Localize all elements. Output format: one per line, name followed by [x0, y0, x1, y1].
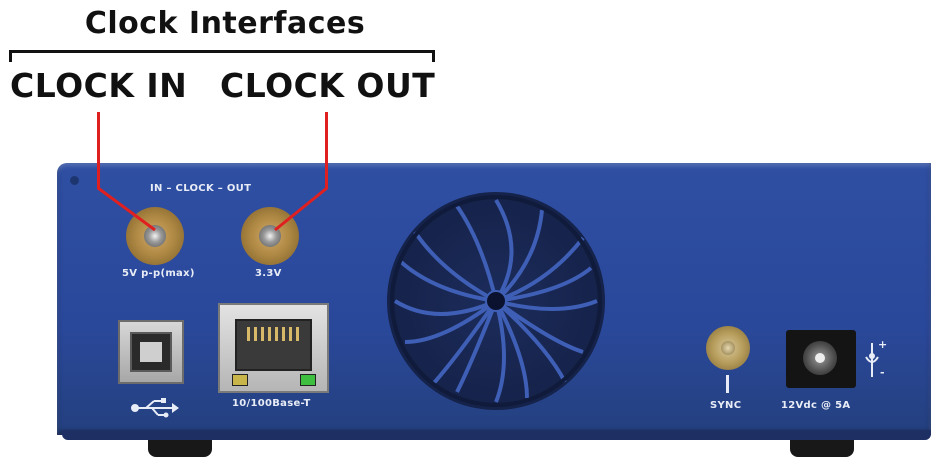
- screw: [70, 176, 79, 185]
- power-jack[interactable]: [786, 330, 856, 388]
- clock-out-spec: 3.3V: [255, 268, 282, 279]
- sync-connector-bore: [721, 341, 735, 355]
- sync-tick: [726, 375, 729, 393]
- clock-in-label: CLOCK IN: [10, 66, 188, 105]
- clock-in-spec: 5V p-p(max): [122, 268, 195, 279]
- ethernet-port-pins: [247, 327, 302, 341]
- power-label: 12Vdc @ 5A: [781, 400, 851, 411]
- clock-out-callout-diagonal: [274, 186, 328, 232]
- polarity-minus: -: [880, 366, 885, 379]
- sync-connector[interactable]: [706, 326, 750, 370]
- power-jack-ring: [803, 341, 837, 375]
- clock-out-callout: [325, 112, 328, 189]
- ethernet-port[interactable]: [218, 303, 329, 393]
- ethernet-led-left: [232, 374, 248, 386]
- sync-label: SYNC: [710, 400, 742, 411]
- fan-grille: [387, 192, 605, 410]
- title: Clock Interfaces: [84, 6, 366, 41]
- fan-icon: [390, 195, 602, 407]
- panel-base: [62, 430, 931, 440]
- clock-in-callout-diagonal: [97, 186, 156, 232]
- power-jack-pin: [815, 353, 825, 363]
- usb-port-socket: [130, 332, 172, 372]
- clock-out-label: CLOCK OUT: [220, 66, 436, 105]
- usb-port[interactable]: [118, 320, 184, 384]
- clock-silk-header: IN – CLOCK – OUT: [150, 183, 252, 194]
- usb-icon: [131, 398, 179, 418]
- polarity-plus: +: [878, 338, 888, 351]
- clock-in-callout: [97, 112, 100, 189]
- ethernet-port-slot: [235, 319, 312, 371]
- interfaces-bracket: [9, 50, 435, 62]
- ethernet-label: 10/100Base-T: [232, 398, 311, 409]
- usb-port-core: [140, 342, 162, 362]
- ethernet-led-right: [300, 374, 316, 386]
